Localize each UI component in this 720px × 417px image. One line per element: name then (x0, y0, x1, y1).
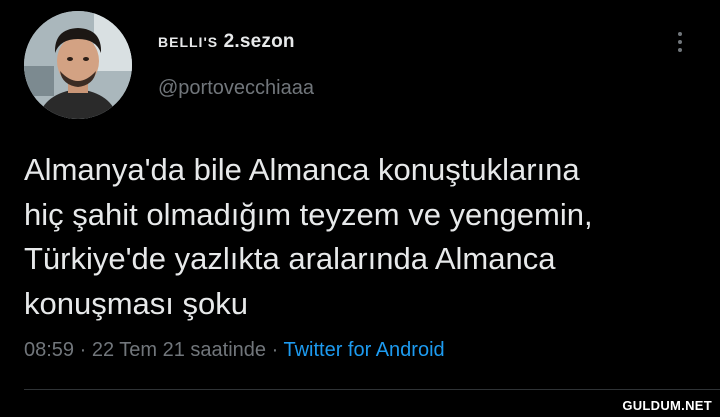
display-name[interactable]: BELLI'S 2.sezon (158, 31, 295, 53)
watermark: GULDUM.NET (622, 398, 712, 413)
avatar-image (24, 11, 132, 119)
more-vertical-icon-dot (678, 40, 682, 44)
meta-separator: · (266, 339, 284, 361)
tweet-time[interactable]: 08:59 (24, 339, 74, 361)
more-options-button[interactable] (668, 27, 692, 57)
divider (24, 389, 720, 390)
tweet-date[interactable]: 22 Tem 21 saatinde (92, 339, 266, 361)
meta-separator: · (74, 339, 92, 361)
tweet-meta: 08:59 · 22 Tem 21 saatinde · Twitter for… (24, 339, 445, 362)
display-name-prefix: BELLI'S (158, 34, 219, 50)
more-vertical-icon-dot (678, 48, 682, 52)
display-name-suffix: 2.sezon (218, 31, 295, 52)
user-handle[interactable]: @portovecchiaaa (158, 77, 314, 100)
more-vertical-icon (678, 32, 682, 36)
tweet-source-link[interactable]: Twitter for Android (283, 339, 444, 361)
avatar[interactable] (24, 11, 132, 119)
tweet-text: Almanya'da bile Almanca konuştuklarına h… (24, 152, 593, 321)
